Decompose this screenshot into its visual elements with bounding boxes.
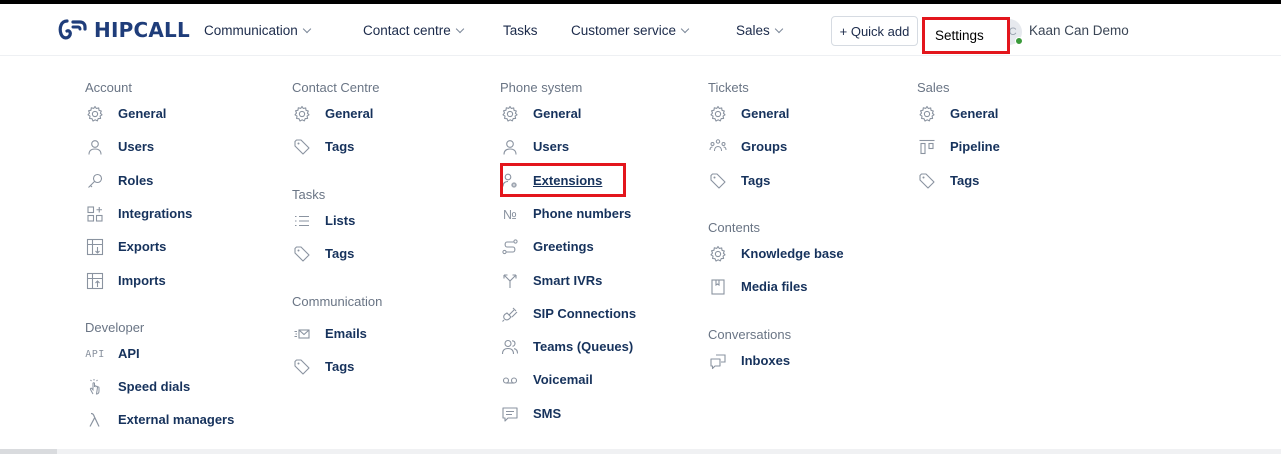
menu-item-label: Tags <box>325 246 355 261</box>
menu-item-label: General <box>533 106 582 121</box>
lambda-icon <box>85 410 105 430</box>
menu-item-label: Imports <box>118 273 166 288</box>
section-title-contents: Contents <box>708 220 761 235</box>
quick-add-button[interactable]: + Quick add <box>831 16 918 46</box>
tag-icon <box>708 171 728 191</box>
section-title-contact-centre: Contact Centre <box>292 80 380 95</box>
menu-item-label: SMS <box>533 406 562 421</box>
extensions-highlight-box <box>500 163 626 197</box>
list-icon <box>292 211 312 231</box>
inbox-icon <box>708 351 728 371</box>
key-icon <box>85 171 105 191</box>
tag-icon <box>292 137 312 157</box>
nav-communication[interactable]: Communication <box>204 23 312 38</box>
menu-item-label: Users <box>533 139 570 154</box>
menu-item-label: Tags <box>325 359 355 374</box>
sms-icon <box>500 404 520 424</box>
user-icon <box>500 137 520 157</box>
plug-icon <box>500 304 520 324</box>
menu-item-label: Tags <box>950 173 980 188</box>
menu-item-label: Speed dials <box>118 379 191 394</box>
export-icon <box>85 237 105 257</box>
menu-item-label: Inboxes <box>741 353 791 368</box>
logo-text: HIPCALL <box>94 18 190 42</box>
menu-item-label: Media files <box>741 279 808 294</box>
menu-item-label: Voicemail <box>533 372 593 387</box>
menu-item-label: Phone numbers <box>533 206 632 221</box>
menu-item-label: SIP Connections <box>533 306 637 321</box>
menu-item-label: Greetings <box>533 239 594 254</box>
section-title-account: Account <box>85 80 132 95</box>
menu-item-label: General <box>741 106 790 121</box>
group-icon <box>708 137 728 157</box>
integrations-icon <box>85 204 105 224</box>
menu-item-label: Groups <box>741 139 788 154</box>
user-icon <box>85 137 105 157</box>
nav-contact-centre[interactable]: Contact centre <box>363 23 465 38</box>
greetings-icon <box>500 237 520 257</box>
settings-button[interactable]: Settings <box>922 17 1010 54</box>
menu-item-label: Exports <box>118 239 167 254</box>
menu-item-label: Pipeline <box>950 139 1000 154</box>
section-title-communication: Communication <box>292 294 383 309</box>
section-title-tasks: Tasks <box>292 187 326 202</box>
chevron-down-icon <box>774 24 784 33</box>
gear-icon <box>708 104 728 124</box>
menu-item-label: Emails <box>325 326 367 341</box>
menu-item-label: General <box>118 106 167 121</box>
nav-tasks[interactable]: Tasks <box>503 23 538 38</box>
hipcall-logo[interactable]: HIPCALL <box>57 18 190 42</box>
tag-icon <box>292 357 312 377</box>
import-icon <box>85 271 105 291</box>
menu-item-label: External managers <box>118 412 235 427</box>
user-name[interactable]: Kaan Can Demo <box>1029 23 1129 38</box>
gear-icon <box>500 104 520 124</box>
chevron-down-icon <box>455 24 465 33</box>
section-title-tickets: Tickets <box>708 80 749 95</box>
nav-customer-service[interactable]: Customer service <box>571 23 690 38</box>
phone-logo-icon <box>58 19 87 40</box>
number-sign-icon: № <box>503 206 517 222</box>
menu-item-label: Teams (Queues) <box>533 339 634 354</box>
menu-item-label: Users <box>118 139 155 154</box>
chevron-down-icon <box>302 24 312 33</box>
pipeline-icon <box>917 137 937 157</box>
menu-item-label: General <box>950 106 999 121</box>
voicemail-icon <box>500 370 520 390</box>
menu-item-label: Lists <box>325 213 356 228</box>
section-title-conversations: Conversations <box>708 327 792 342</box>
menu-item-label: Tags <box>325 139 355 154</box>
page-bottom-edge <box>0 449 1281 454</box>
section-title-phone-system: Phone system <box>500 80 583 95</box>
api-icon: API <box>85 348 105 360</box>
menu-item-label: Integrations <box>118 206 193 221</box>
gear-icon <box>292 104 312 124</box>
menu-item-label: Tags <box>741 173 771 188</box>
menu-item-label: API <box>118 346 140 361</box>
online-status-dot <box>1015 37 1023 45</box>
media-file-icon <box>708 277 728 297</box>
section-title-developer: Developer <box>85 320 145 335</box>
chevron-down-icon <box>680 24 690 33</box>
section-title-sales: Sales <box>917 80 950 95</box>
email-icon <box>292 324 312 344</box>
menu-item-label: Knowledge base <box>741 246 844 261</box>
menu-item-label: General <box>325 106 374 121</box>
tag-icon <box>917 171 937 191</box>
top-header: HIPCALL Communication Contact centre Tas… <box>0 4 1281 56</box>
menu-item-label: Roles <box>118 173 154 188</box>
gear-icon <box>708 244 728 264</box>
menu-item-label: Smart IVRs <box>533 273 603 288</box>
hand-pointer-icon <box>85 377 105 397</box>
tag-icon <box>292 244 312 264</box>
gear-icon <box>917 104 937 124</box>
gear-icon <box>85 104 105 124</box>
team-icon <box>500 337 520 357</box>
nav-sales[interactable]: Sales <box>736 23 784 38</box>
ivr-icon <box>500 271 520 291</box>
